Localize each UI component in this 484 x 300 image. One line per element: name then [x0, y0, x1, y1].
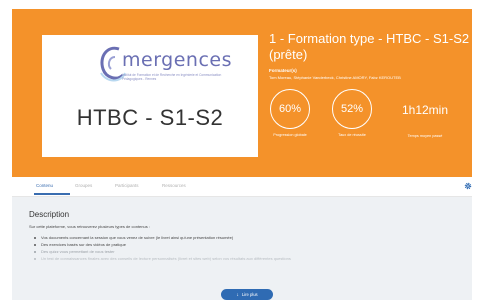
tab-contenu[interactable]: Contenu [36, 183, 53, 188]
tab-ressources[interactable]: Ressources [162, 183, 186, 188]
course-code: HTBC - S1-S2 [76, 105, 224, 130]
tab-participants[interactable]: Participants [115, 183, 139, 188]
stat-success-rate: 52% Taux de réussite [322, 89, 382, 137]
page-title: 1 - Formation type - HTBC - S1-S2 (prête… [269, 31, 470, 62]
tab-bar: Contenu Groupes Participants Ressources [12, 177, 472, 197]
arrow-down-icon: ↓ [236, 291, 239, 298]
logo-name: mergences [122, 49, 233, 71]
average-time-value: 1h12min [401, 102, 449, 117]
global-progress-label: Progression globale [273, 133, 307, 137]
average-time-label: Temps moyen passé [407, 134, 443, 138]
description-section: Description Sur cette plateforme, vous r… [12, 197, 472, 300]
course-page: mergences Institut de Formation et de Re… [0, 0, 484, 300]
active-tab-indicator [34, 193, 70, 195]
success-rate-label: Taux de réussite [338, 133, 366, 137]
global-progress-ring: 60% [270, 89, 310, 129]
list-item: Des exercices basés sur des vidéos de pr… [34, 242, 291, 247]
read-more-label: Lire plus [241, 292, 258, 297]
course-image: mergences Institut de Formation et de Re… [42, 35, 258, 157]
success-rate-ring: 52% [332, 89, 372, 129]
trainers-names: Tom Moreau, Stéphanie Vanderbeck, Christ… [269, 75, 401, 80]
logo-subtitle: Institut de Formation et de Recherche en… [122, 73, 222, 81]
gear-icon[interactable] [464, 182, 472, 190]
stat-global-progress: 60% Progression globale [260, 89, 320, 137]
text-fade-overlay [12, 252, 472, 272]
read-more-button[interactable]: ↓ Lire plus [221, 289, 273, 300]
description-intro: Sur cette plateforme, vous retrouverez p… [29, 224, 150, 229]
tab-groupes[interactable]: Groupes [75, 183, 92, 188]
trainers-label: Formateur(s) [269, 68, 297, 73]
course-banner: mergences Institut de Formation et de Re… [12, 9, 472, 177]
list-item: Vos documents concernant la session que … [34, 235, 291, 240]
description-title: Description [29, 210, 70, 219]
stat-average-time: 1h12min Temps moyen passé [390, 89, 460, 139]
